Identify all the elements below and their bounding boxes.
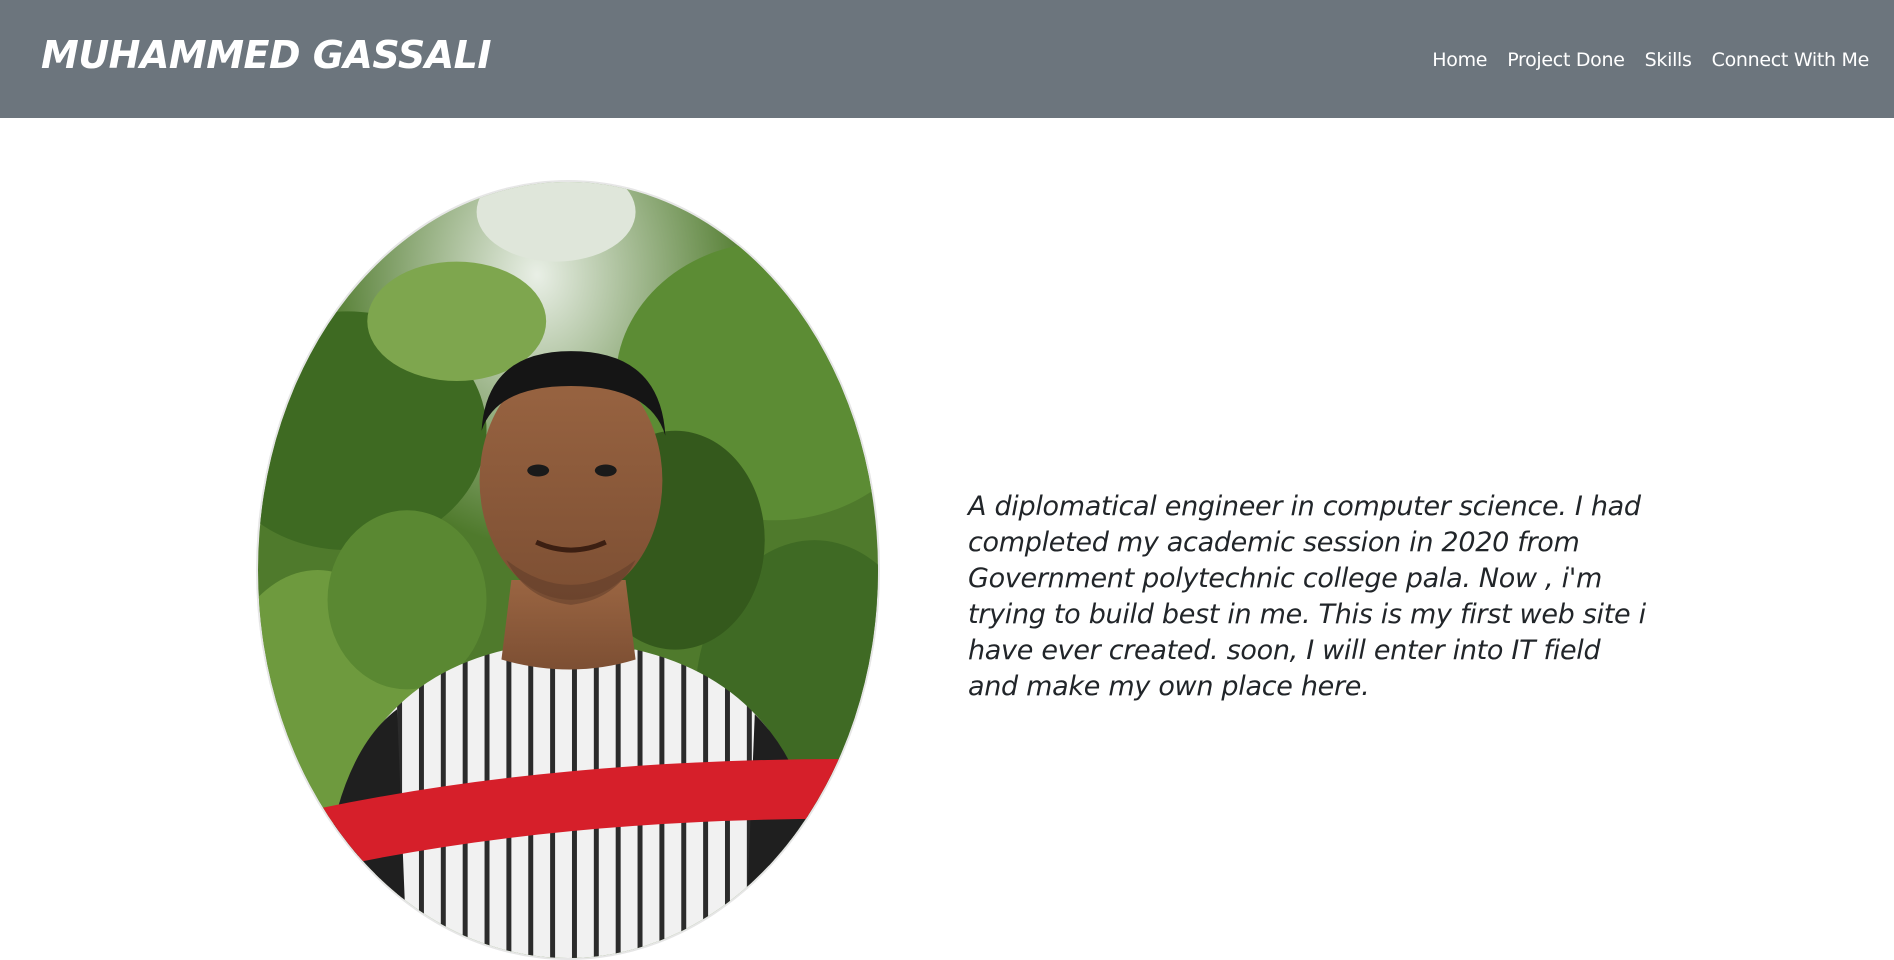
nav-link-home[interactable]: Home — [1432, 45, 1487, 75]
profile-photo — [256, 180, 880, 960]
brand-title[interactable]: MUHAMMED GASSALI — [41, 30, 492, 80]
bio-text: A diplomatical engineer in computer scie… — [968, 491, 1646, 702]
nav-links: Home Project Done Skills Connect With Me — [1432, 45, 1869, 75]
navbar: MUHAMMED GASSALI Home Project Done Skill… — [0, 0, 1894, 118]
nav-link-project-done[interactable]: Project Done — [1507, 45, 1625, 75]
nav-link-skills[interactable]: Skills — [1645, 45, 1692, 75]
profile-photo-image — [258, 182, 878, 958]
nav-link-connect[interactable]: Connect With Me — [1712, 45, 1870, 75]
